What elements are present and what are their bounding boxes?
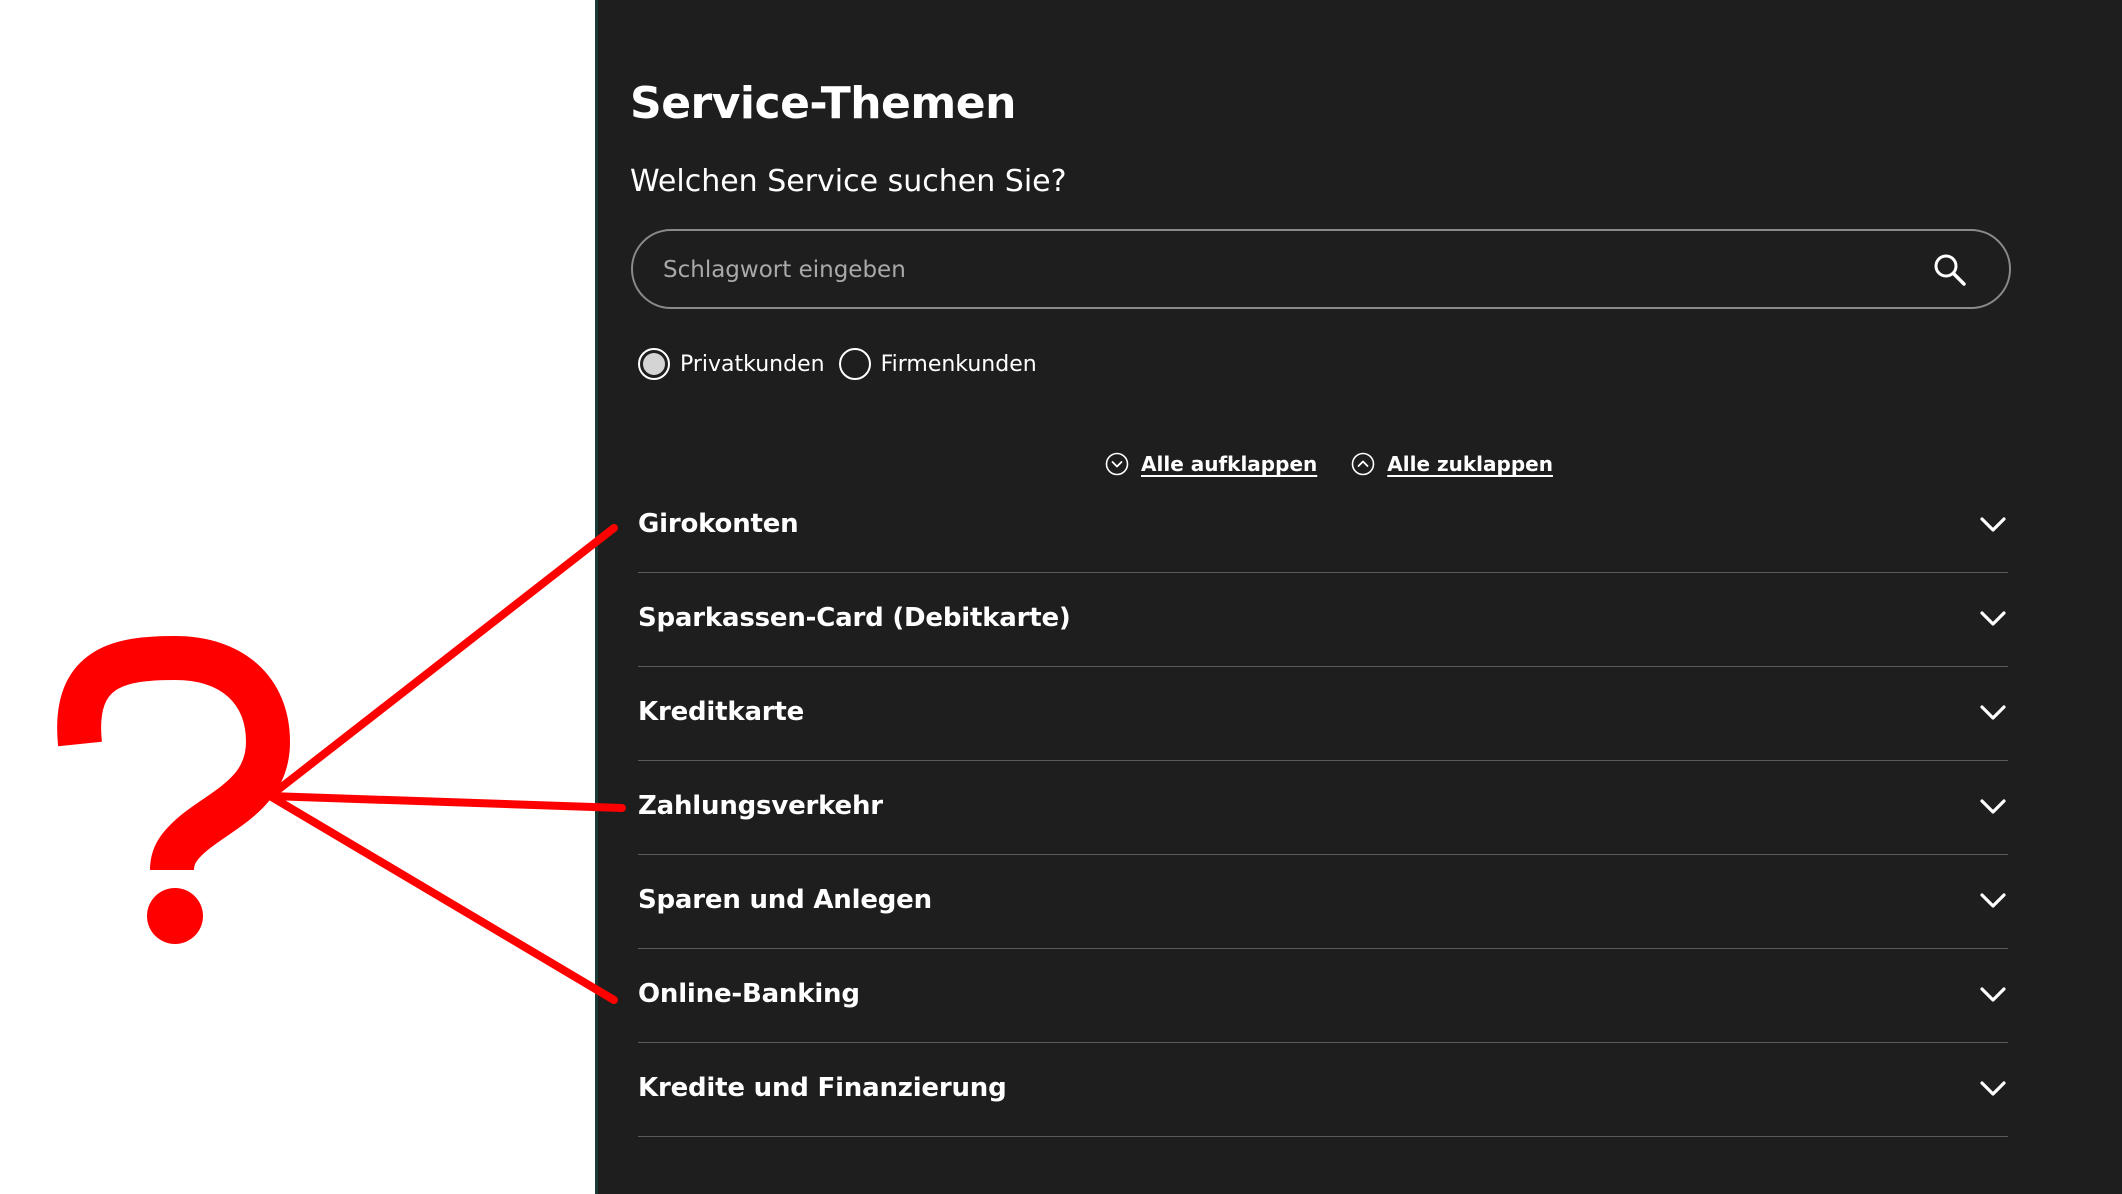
accordion-item-label: Sparen und Anlegen (638, 885, 932, 915)
topics-accordion: Girokonten Sparkassen-Card (Debitkarte) … (638, 479, 2008, 1137)
chevron-down-icon[interactable] (1978, 701, 2008, 723)
accordion-item-sparkassen-card[interactable]: Sparkassen-Card (Debitkarte) (638, 573, 2008, 667)
circle-chevron-down-icon (1105, 452, 1129, 476)
page-title: Service-Themen (630, 78, 1016, 129)
accordion-item-kreditkarte[interactable]: Kreditkarte (638, 667, 2008, 761)
chevron-down-icon[interactable] (1978, 513, 2008, 535)
radio-button-unselected[interactable] (838, 348, 871, 380)
accordion-item-label: Kreditkarte (638, 697, 805, 727)
accordion-item-label: Sparkassen-Card (Debitkarte) (638, 603, 1071, 633)
arrow-to-zahlungsverkehr (266, 792, 626, 812)
radio-button-selected[interactable] (638, 348, 670, 380)
expand-all-link[interactable]: Alle aufklappen (1105, 452, 1317, 476)
accordion-item-sparen-und-anlegen[interactable]: Sparen und Anlegen (638, 855, 2008, 949)
chevron-down-icon[interactable] (1978, 607, 2008, 629)
search-icon[interactable] (1931, 251, 1969, 289)
accordion-item-label: Zahlungsverkehr (638, 791, 883, 821)
accordion-item-zahlungsverkehr[interactable]: Zahlungsverkehr (638, 761, 2008, 855)
accordion-item-kredite-und-finanzierung[interactable]: Kredite und Finanzierung (638, 1043, 2008, 1137)
accordion-item-label: Girokonten (638, 509, 799, 539)
chevron-down-icon[interactable] (1978, 983, 2008, 1005)
radio-label-privatkunden: Privatkunden (680, 351, 825, 377)
customer-type-radio-group: Privatkunden Firmenkunden (638, 344, 1051, 384)
annotation-arrows (266, 524, 626, 1004)
accordion-item-girokonten[interactable]: Girokonten (638, 479, 2008, 573)
arrow-to-online-banking (266, 792, 618, 1004)
collapse-all-link[interactable]: Alle zuklappen (1351, 452, 1553, 476)
radio-selected-dot (643, 353, 665, 375)
circle-chevron-up-icon (1351, 452, 1375, 476)
chevron-down-icon[interactable] (1978, 1077, 2008, 1099)
radio-firmenkunden[interactable]: Firmenkunden (838, 348, 1037, 380)
accordion-item-label: Online-Banking (638, 979, 860, 1009)
search-box (631, 229, 2011, 309)
question-mark-icon (57, 635, 291, 944)
radio-label-firmenkunden: Firmenkunden (880, 351, 1037, 377)
search-input[interactable] (661, 245, 1905, 295)
arrow-to-girokonten (266, 524, 618, 800)
accordion-item-label: Kredite und Finanzierung (638, 1073, 1007, 1103)
service-panel: Service-Themen Welchen Service suchen Si… (595, 0, 2122, 1194)
radio-privatkunden[interactable]: Privatkunden (638, 348, 825, 380)
expand-all-label[interactable]: Alle aufklappen (1141, 452, 1317, 476)
page-subtitle: Welchen Service suchen Sie? (630, 164, 1067, 199)
accordion-toggles: Alle aufklappen Alle zuklappen (1105, 452, 1587, 476)
accordion-item-online-banking[interactable]: Online-Banking (638, 949, 2008, 1043)
chevron-down-icon[interactable] (1978, 795, 2008, 817)
collapse-all-label[interactable]: Alle zuklappen (1387, 452, 1553, 476)
screenshot-stage: Service-Themen Welchen Service suchen Si… (0, 0, 2122, 1194)
chevron-down-icon[interactable] (1978, 889, 2008, 911)
